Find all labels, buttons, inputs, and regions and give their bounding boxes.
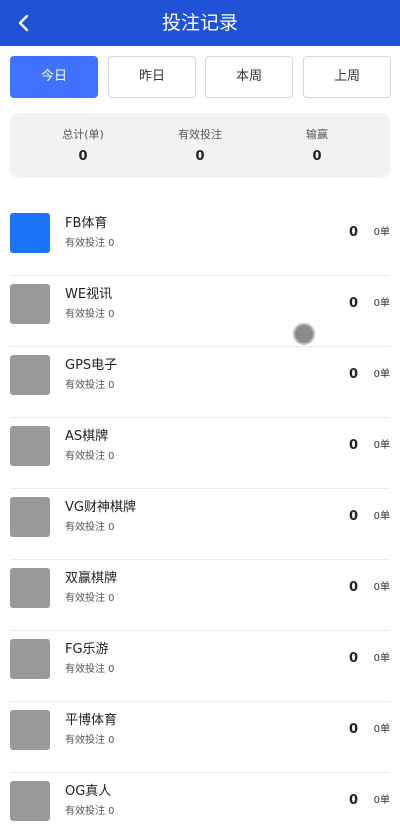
platform-name: GPS电子 — [65, 358, 118, 373]
platform-name: FG乐游 — [65, 642, 109, 657]
platform-logo — [10, 284, 50, 324]
valid-bet-text: 有效投注 0 — [65, 309, 115, 320]
top-bar: 投注记录 — [0, 0, 400, 46]
floating-touch-button[interactable] — [293, 323, 315, 345]
summary-valid-bet: 有效投注 0 — [150, 128, 250, 166]
valid-bet-text: 有效投注 0 — [65, 380, 115, 391]
bet-amount: 0 — [348, 722, 358, 737]
summary-valid-bet-label: 有效投注 — [178, 128, 222, 141]
tab-yesterday[interactable]: 昨日 — [108, 56, 196, 98]
platform-logo — [10, 426, 50, 466]
platform-logo — [10, 497, 50, 537]
list-item[interactable]: OG真人 有效投注 0 0 0单 — [10, 773, 390, 832]
platform-logo — [10, 355, 50, 395]
valid-bet-text: 有效投注 0 — [65, 735, 115, 746]
valid-bet-text: 有效投注 0 — [65, 806, 115, 817]
bet-amount: 0 — [348, 793, 358, 808]
bet-amount: 0 — [348, 296, 358, 311]
summary-win-loss-value: 0 — [312, 149, 322, 164]
valid-bet-text: 有效投注 0 — [65, 593, 115, 604]
valid-bet-text: 有效投注 0 — [65, 522, 115, 533]
summary-total-label: 总计(单) — [62, 128, 104, 141]
order-count: 0单 — [373, 440, 390, 451]
summary-win-loss: 输赢 0 — [267, 128, 367, 166]
tab-last-week[interactable]: 上周 — [303, 56, 391, 98]
order-count: 0单 — [373, 795, 390, 806]
valid-bet-text: 有效投注 0 — [65, 451, 115, 462]
summary-total-value: 0 — [78, 149, 88, 164]
bet-amount: 0 — [348, 651, 358, 666]
list-item[interactable]: FB体育 有效投注 0 0 0单 — [10, 205, 390, 276]
order-count: 0单 — [373, 724, 390, 735]
list-item[interactable]: AS棋牌 有效投注 0 0 0单 — [10, 418, 390, 489]
order-count: 0单 — [373, 227, 390, 238]
platform-logo — [10, 213, 50, 253]
list-item[interactable]: 双赢棋牌 有效投注 0 0 0单 — [10, 560, 390, 631]
platform-name: VG财神棋牌 — [65, 500, 136, 515]
bet-amount: 0 — [348, 509, 358, 524]
order-count: 0单 — [373, 298, 390, 309]
platform-name: OG真人 — [65, 784, 112, 799]
bet-amount: 0 — [348, 367, 358, 382]
valid-bet-text: 有效投注 0 — [65, 238, 115, 249]
summary-panel: 总计(单) 0 有效投注 0 输赢 0 — [10, 113, 390, 178]
platform-logo — [10, 710, 50, 750]
page-title: 投注记录 — [161, 12, 238, 34]
platform-name: 双赢棋牌 — [65, 571, 118, 586]
list-item[interactable]: 平博体育 有效投注 0 0 0单 — [10, 702, 390, 773]
platform-name: AS棋牌 — [65, 429, 109, 444]
list-item[interactable]: FG乐游 有效投注 0 0 0单 — [10, 631, 390, 702]
platform-logo — [10, 568, 50, 608]
bet-amount: 0 — [348, 225, 358, 240]
platform-name: 平博体育 — [65, 713, 118, 728]
tab-today[interactable]: 今日 — [10, 56, 98, 98]
platform-name: WE视讯 — [65, 287, 113, 302]
tab-this-week[interactable]: 本周 — [205, 56, 293, 98]
order-count: 0单 — [373, 582, 390, 593]
platform-logo — [10, 639, 50, 679]
platform-name: FB体育 — [65, 216, 108, 231]
order-count: 0单 — [373, 369, 390, 380]
list-item[interactable]: WE视讯 有效投注 0 0 0单 — [10, 276, 390, 347]
platform-logo — [10, 781, 50, 821]
list-item[interactable]: GPS电子 有效投注 0 0 0单 — [10, 347, 390, 418]
list-item[interactable]: VG财神棋牌 有效投注 0 0 0单 — [10, 489, 390, 560]
bet-amount: 0 — [348, 580, 358, 595]
summary-total: 总计(单) 0 — [33, 128, 133, 166]
date-tabs: 今日 昨日 本周 上周 — [10, 56, 391, 98]
summary-win-loss-label: 输赢 — [306, 128, 328, 141]
order-count: 0单 — [373, 511, 390, 522]
bet-amount: 0 — [348, 438, 358, 453]
summary-valid-bet-value: 0 — [195, 149, 205, 164]
valid-bet-text: 有效投注 0 — [65, 664, 115, 675]
order-count: 0单 — [373, 653, 390, 664]
